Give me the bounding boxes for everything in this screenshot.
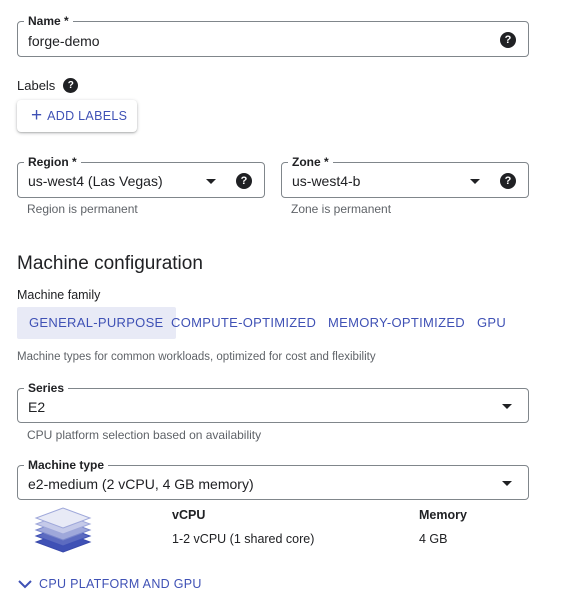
zone-select[interactable]: Zone * us-west4-b ?	[281, 155, 529, 198]
machine-type-select[interactable]: Machine type e2-medium (2 vCPU, 4 GB mem…	[17, 458, 529, 500]
labels-heading-text: Labels	[17, 78, 56, 93]
dropdown-arrow-icon	[206, 179, 216, 184]
chevron-down-icon	[18, 580, 32, 589]
add-labels-button[interactable]: + ADD LABELS	[17, 100, 137, 132]
zone-hint: Zone is permanent	[291, 202, 392, 216]
region-label: Region *	[24, 155, 81, 169]
zone-value: us-west4-b	[292, 173, 361, 189]
labels-heading: Labels ?	[17, 78, 79, 93]
dropdown-arrow-icon	[470, 179, 480, 184]
machine-type-value: e2-medium (2 vCPU, 4 GB memory)	[28, 476, 254, 492]
region-value: us-west4 (Las Vegas)	[28, 173, 163, 189]
region-select[interactable]: Region * us-west4 (Las Vegas) ?	[17, 155, 265, 198]
plus-icon: +	[31, 105, 43, 126]
cpu-platform-expand-button[interactable]: CPU PLATFORM AND GPU	[17, 576, 202, 592]
name-field-label: Name *	[24, 14, 73, 28]
series-value: E2	[28, 399, 46, 415]
add-labels-label: ADD LABELS	[47, 109, 128, 123]
section-title: Machine configuration	[17, 253, 203, 274]
cpu-platform-expand-label: CPU PLATFORM AND GPU	[39, 577, 202, 591]
series-label: Series	[24, 381, 69, 395]
machine-family-label: Machine family	[17, 288, 101, 302]
vcpu-header: vCPU	[172, 508, 206, 522]
name-field[interactable]: Name * forge-demo ?	[17, 14, 529, 57]
tab-compute-optimized[interactable]: COMPUTE-OPTIMIZED	[171, 307, 316, 339]
help-circle-icon[interactable]: ?	[500, 32, 516, 48]
series-select[interactable]: Series E2	[17, 381, 529, 423]
dropdown-arrow-icon	[502, 404, 512, 409]
dropdown-arrow-icon	[502, 481, 512, 486]
name-field-value[interactable]: forge-demo	[28, 33, 100, 49]
stack-layers-icon	[34, 507, 92, 553]
help-circle-icon[interactable]: ?	[236, 173, 252, 189]
machine-family-description: Machine types for common workloads, opti…	[17, 351, 376, 363]
help-circle-icon[interactable]: ?	[500, 173, 516, 189]
zone-label: Zone *	[288, 155, 333, 169]
tab-memory-optimized[interactable]: MEMORY-OPTIMIZED	[328, 307, 465, 339]
tab-general-purpose[interactable]: GENERAL-PURPOSE	[17, 307, 176, 339]
memory-value: 4 GB	[419, 532, 448, 546]
help-circle-icon[interactable]: ?	[63, 78, 79, 93]
vcpu-value: 1-2 vCPU (1 shared core)	[172, 532, 315, 546]
tab-gpu[interactable]: GPU	[477, 307, 506, 339]
machine-type-label: Machine type	[24, 458, 109, 472]
series-hint: CPU platform selection based on availabi…	[27, 428, 262, 442]
memory-header: Memory	[419, 508, 467, 522]
region-hint: Region is permanent	[27, 202, 138, 216]
